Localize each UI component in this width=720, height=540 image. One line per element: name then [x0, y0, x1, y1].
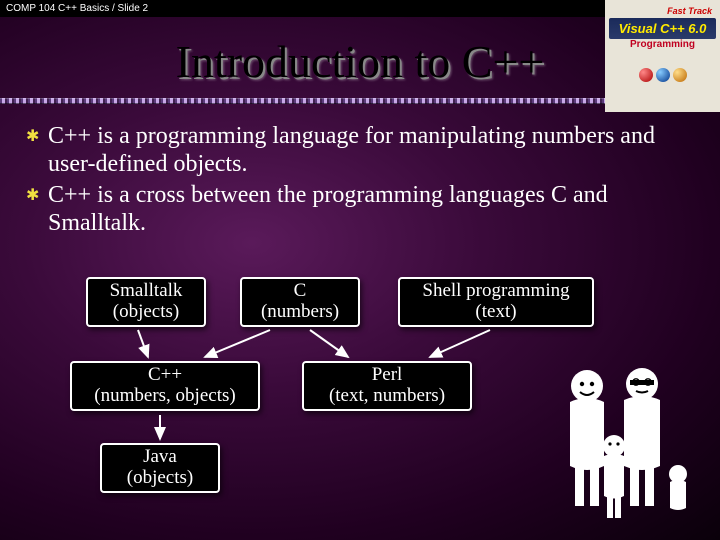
bullet-item: ✱ C++ is a cross between the programming…	[26, 181, 700, 238]
breadcrumb: COMP 104 C++ Basics / Slide 2	[6, 3, 148, 14]
book-art	[609, 55, 716, 95]
star-bullet-icon: ✱	[26, 122, 48, 147]
bullet-text: C++ is a programming language for manipu…	[48, 122, 700, 179]
bullet-list: ✱ C++ is a programming language for mani…	[0, 116, 720, 237]
star-bullet-icon: ✱	[26, 181, 48, 206]
book-title: Visual C++ 6.0	[609, 18, 716, 39]
sphere-icon	[673, 68, 687, 82]
family-clipart	[542, 356, 692, 526]
book-series: Fast Track	[609, 4, 716, 18]
bullet-text: C++ is a cross between the programming l…	[48, 181, 700, 238]
book-subtitle: Programming	[609, 39, 716, 50]
bullet-item: ✱ C++ is a programming language for mani…	[26, 122, 700, 179]
sphere-icon	[656, 68, 670, 82]
book-cover-image: Fast Track Visual C++ 6.0 Programming	[605, 0, 720, 112]
book-blurb	[609, 50, 716, 52]
sphere-icon	[639, 68, 653, 82]
